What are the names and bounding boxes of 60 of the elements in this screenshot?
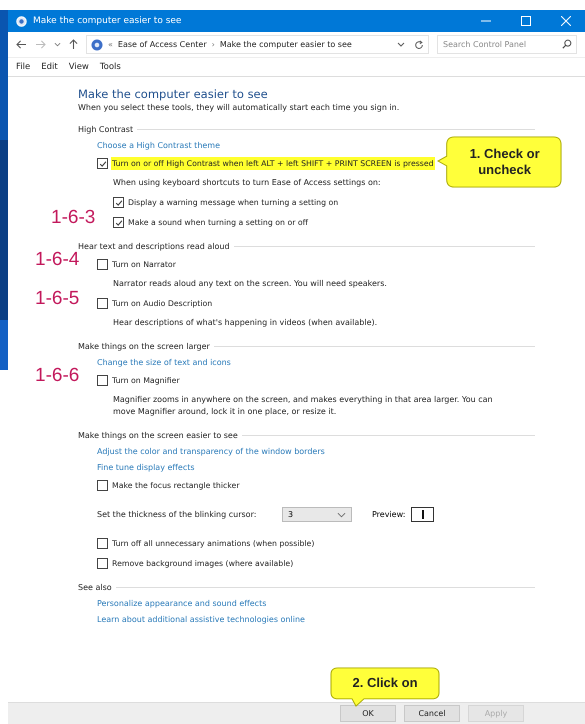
dialog-button[interactable]: Cancel (404, 705, 460, 722)
dialog-button[interactable]: OK (340, 705, 396, 722)
checkbox[interactable] (97, 158, 108, 169)
section-title: Make things on the screen easier to see (78, 431, 238, 440)
checkbox[interactable] (97, 538, 108, 549)
step-annotation: 1-6-5 (35, 288, 80, 310)
address-field[interactable]: « Ease of Access Center › Make the computer easier to see (86, 35, 429, 54)
description-text: When using keyboard shortcuts to turn Ease of Access settings on: (113, 177, 381, 189)
link[interactable]: Personalize appearance and sound effects (97, 599, 266, 608)
chevron-down-icon[interactable] (397, 42, 405, 47)
checkbox[interactable] (97, 259, 108, 270)
callout: 1. Check or uncheck (436, 135, 563, 189)
close-icon[interactable] (561, 16, 571, 26)
description-text: Narrator reads aloud any text on the screen. You will need speakers. (113, 278, 387, 290)
dropdown[interactable]: 3 (282, 507, 352, 522)
breadcrumb-overflow[interactable]: « (108, 40, 113, 49)
maximize-icon[interactable] (521, 16, 531, 26)
step-annotation: 1-6-3 (51, 207, 96, 229)
menu-item[interactable]: View (68, 62, 89, 72)
section-title: Hear text and descriptions read aloud (78, 242, 230, 251)
checkbox[interactable] (97, 375, 108, 386)
section-title: Make things on the screen larger (78, 342, 210, 351)
back-arrow-icon[interactable] (16, 40, 27, 49)
intro-text: When you select these tools, they will automatically start each time you sign in. (78, 103, 400, 112)
menu-item[interactable]: Tools (100, 62, 121, 72)
refresh-icon[interactable] (414, 40, 424, 50)
link[interactable]: Fine tune display effects (97, 463, 195, 472)
control-panel-icon (91, 38, 103, 50)
link[interactable]: Choose a High Contrast theme (97, 141, 220, 150)
link[interactable]: Adjust the color and transparency of the window borders (97, 447, 325, 456)
breadcrumb[interactable]: Ease of Access Center (118, 40, 207, 49)
description-text: Hear descriptions of what's happening in videos (when available). (113, 317, 378, 329)
callout: 2. Click on (330, 667, 440, 707)
chevron-down-icon (337, 512, 346, 518)
window-title: Make the computer easier to see (33, 16, 182, 26)
link[interactable]: Change the size of text and icons (97, 358, 231, 367)
field-label: Set the thickness of the blinking cursor: (97, 510, 258, 519)
menu-item[interactable]: Edit (41, 62, 58, 72)
cursor-preview (411, 507, 434, 522)
page-heading: Make the computer easier to see (78, 87, 269, 101)
checkbox[interactable] (113, 217, 124, 228)
checkbox[interactable] (97, 480, 108, 491)
checkbox[interactable] (97, 298, 108, 309)
menu-item[interactable]: File (16, 62, 30, 72)
section-title: See also (78, 583, 112, 592)
link[interactable]: Learn about additional assistive technologies online (97, 615, 305, 624)
app-icon (16, 16, 27, 26)
section-title: High Contrast (78, 125, 134, 134)
description-text: Magnifier zooms in anywhere on the screen, and makes everything in that area larger. You can move Magnifier around, lock it in one place, or resize it. (113, 394, 494, 418)
chevron-down-icon[interactable] (54, 42, 61, 47)
checkbox[interactable] (113, 197, 124, 208)
step-annotation: 1-6-6 (35, 365, 80, 387)
up-arrow-icon[interactable] (69, 39, 78, 50)
preview-label: Preview: (372, 510, 406, 519)
breadcrumb-separator: › (212, 40, 215, 49)
step-annotation: 1-6-4 (35, 249, 80, 271)
breadcrumb[interactable]: Make the computer easier to see (220, 40, 352, 49)
checkbox[interactable] (97, 558, 108, 569)
search-field[interactable]: Search Control Panel (437, 35, 577, 54)
search-icon (562, 39, 572, 49)
